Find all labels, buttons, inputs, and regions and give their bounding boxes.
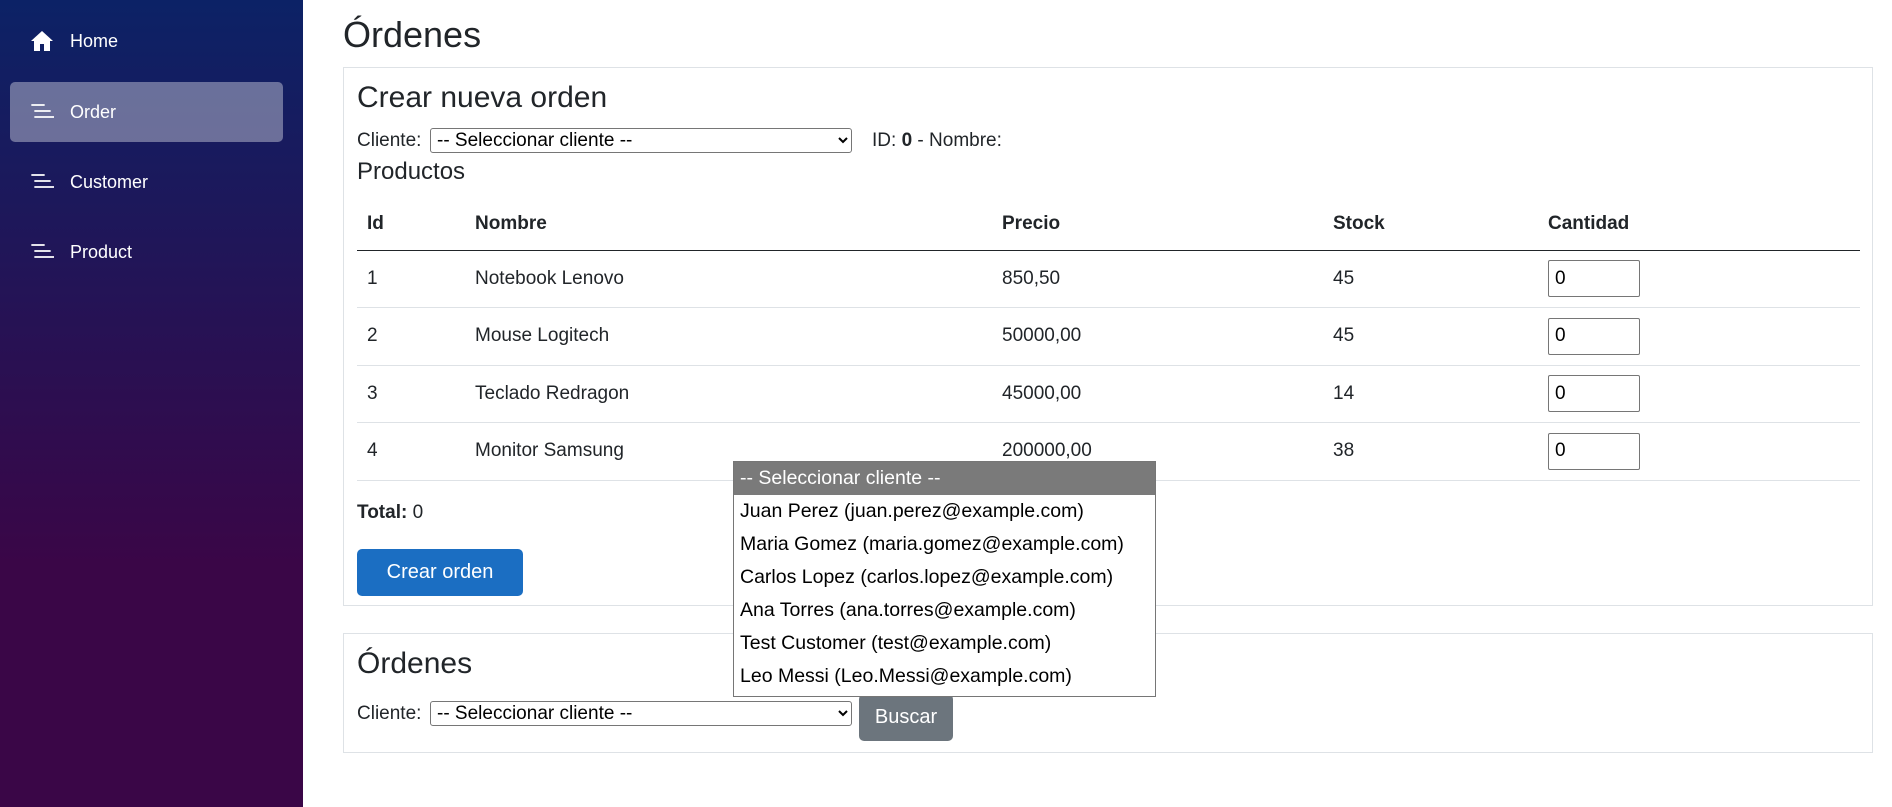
- cell-price: 850,50: [992, 250, 1323, 308]
- list-icon: [30, 100, 55, 124]
- cell-stock: 38: [1323, 422, 1538, 481]
- home-icon: [30, 29, 54, 53]
- sidebar: Home Order Customer Product: [0, 0, 303, 807]
- sidebar-item-customer[interactable]: Customer: [10, 152, 283, 212]
- sidebar-item-label: Home: [70, 30, 119, 51]
- create-order-title: Crear nueva orden: [357, 81, 608, 114]
- list-icon: [30, 240, 55, 264]
- client-select[interactable]: -- Seleccionar cliente --: [430, 128, 852, 153]
- cell-name: Teclado Redragon: [465, 365, 992, 423]
- sidebar-item-order[interactable]: Order: [10, 82, 283, 142]
- table-row: 3 Teclado Redragon 45000,00 14: [357, 365, 1860, 423]
- dropdown-option[interactable]: Maria Gomez (maria.gomez@example.com): [734, 528, 1155, 561]
- cell-price: 45000,00: [992, 365, 1323, 423]
- quantity-input[interactable]: [1548, 432, 1640, 470]
- orders-client-label: Cliente:: [357, 703, 422, 724]
- cell-stock: 45: [1323, 307, 1538, 366]
- quantity-input[interactable]: [1548, 375, 1640, 413]
- cell-name: Mouse Logitech: [465, 307, 992, 366]
- sidebar-item-product[interactable]: Product: [10, 222, 283, 282]
- cell-quantity: [1538, 250, 1860, 308]
- dropdown-option[interactable]: Leo Messi (Leo.Messi@example.com): [734, 660, 1155, 693]
- client-info: ID: 0 - Nombre:: [872, 130, 1002, 152]
- client-label: Cliente:: [357, 130, 422, 151]
- search-button[interactable]: Buscar: [859, 694, 953, 741]
- column-header-quantity: Cantidad: [1538, 198, 1860, 251]
- cell-quantity: [1538, 365, 1860, 423]
- orders-client-select[interactable]: -- Seleccionar cliente --: [430, 701, 852, 726]
- quantity-input[interactable]: [1548, 317, 1640, 355]
- column-header-stock: Stock: [1323, 198, 1538, 251]
- sidebar-item-label: Order: [70, 101, 117, 122]
- dropdown-option[interactable]: Test Customer (test@example.com): [734, 627, 1155, 660]
- page-title: Órdenes: [343, 14, 482, 55]
- dropdown-option[interactable]: Carlos Lopez (carlos.lopez@example.com): [734, 561, 1155, 594]
- id-value: 0: [901, 130, 913, 151]
- dropdown-option[interactable]: -- Seleccionar cliente --: [734, 462, 1155, 495]
- table-header-row: Id Nombre Precio Stock Cantidad: [357, 198, 1860, 251]
- create-order-button[interactable]: Crear orden: [357, 549, 523, 596]
- cell-price: 50000,00: [992, 307, 1323, 366]
- total-label: Total:: [357, 502, 408, 523]
- cell-quantity: [1538, 422, 1860, 481]
- total-value: 0: [412, 502, 424, 523]
- sidebar-item-label: Product: [70, 241, 133, 262]
- quantity-input[interactable]: [1548, 260, 1640, 298]
- sidebar-item-label: Customer: [70, 171, 149, 192]
- dropdown-option[interactable]: Ana Torres (ana.torres@example.com): [734, 594, 1155, 627]
- dropdown-option[interactable]: Juan Perez (juan.perez@example.com): [734, 495, 1155, 528]
- column-header-price: Precio: [992, 198, 1323, 251]
- cell-stock: 14: [1323, 365, 1538, 423]
- cell-quantity: [1538, 307, 1860, 366]
- list-icon: [30, 170, 55, 194]
- cell-id: 1: [357, 250, 465, 308]
- products-table: Id Nombre Precio Stock Cantidad 1 Notebo…: [357, 198, 1860, 481]
- main-content: Órdenes Crear nueva orden Cliente: -- Se…: [303, 0, 1892, 807]
- cell-stock: 45: [1323, 250, 1538, 308]
- table-row: 2 Mouse Logitech 50000,00 45: [357, 307, 1860, 366]
- name-label: - Nombre:: [917, 130, 1002, 151]
- cell-name: Notebook Lenovo: [465, 250, 992, 308]
- cell-id: 3: [357, 365, 465, 423]
- sidebar-item-home[interactable]: Home: [10, 11, 283, 71]
- column-header-id: Id: [357, 198, 465, 251]
- id-label: ID:: [872, 130, 897, 151]
- cell-id: 2: [357, 307, 465, 366]
- client-dropdown-list: -- Seleccionar cliente -- Juan Perez (ju…: [733, 461, 1156, 697]
- orders-title: Órdenes: [357, 647, 473, 680]
- table-row: 1 Notebook Lenovo 850,50 45: [357, 250, 1860, 308]
- column-header-name: Nombre: [465, 198, 992, 251]
- total-row: Total: 0: [357, 502, 423, 524]
- products-title: Productos: [357, 158, 466, 185]
- cell-id: 4: [357, 422, 465, 481]
